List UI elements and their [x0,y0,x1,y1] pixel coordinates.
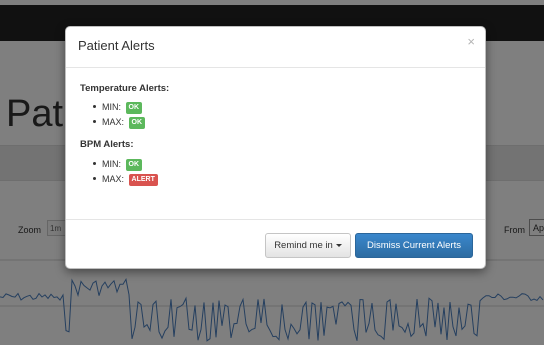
alert-label: MAX: [102,174,125,184]
bullet-icon [93,177,96,181]
alert-label: MAX: [102,117,125,127]
temperature-alerts-title: Temperature Alerts: [80,83,170,94]
bpm-alerts-title: BPM Alerts: [80,139,134,150]
status-badge: OK [125,158,143,171]
modal-title: Patient Alerts [78,38,155,53]
remind-me-label: Remind me in [274,240,333,251]
bullet-icon [93,162,96,166]
caret-down-icon [335,243,342,247]
modal-footer: Remind me in Dismiss Current Alerts [66,219,485,270]
status-badge: ALERT [128,173,158,186]
alert-label: MIN: [102,159,121,169]
modal-body: Temperature Alerts: MIN: OK MAX: OK BPM … [66,68,485,219]
temperature-min-item: MIN: OK [93,101,143,114]
close-icon[interactable]: × [467,35,475,48]
alert-label: MIN: [102,102,121,112]
temperature-max-item: MAX: OK [93,116,146,129]
remind-me-button[interactable]: Remind me in [265,233,351,258]
modal-header: Patient Alerts × [66,27,485,68]
bullet-icon [93,120,96,124]
dismiss-alerts-button[interactable]: Dismiss Current Alerts [355,233,473,258]
bullet-icon [93,105,96,109]
patient-alerts-modal: Patient Alerts × Temperature Alerts: MIN… [65,26,486,269]
status-badge: OK [128,116,146,129]
bpm-max-item: MAX: ALERT [93,173,158,186]
bpm-min-item: MIN: OK [93,158,143,171]
status-badge: OK [125,101,143,114]
